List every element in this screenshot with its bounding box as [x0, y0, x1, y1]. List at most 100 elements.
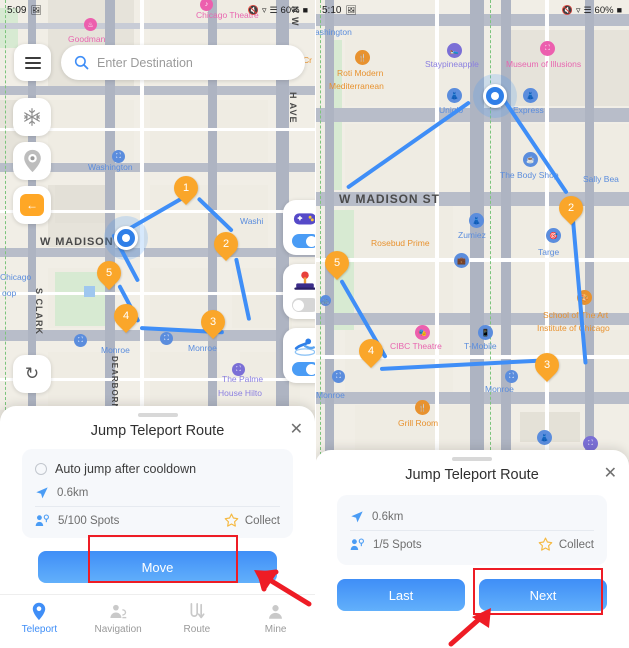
- route-marker-3[interactable]: 3: [196, 305, 230, 342]
- route-marker-4[interactable]: 4: [109, 299, 143, 336]
- map-label: Monroe: [101, 345, 130, 355]
- route-marker-label: 2: [222, 238, 230, 250]
- sheet-header: Jump Teleport Route ✕: [0, 422, 315, 449]
- auto-jump-radio[interactable]: [35, 463, 47, 475]
- battery-icon: ■: [302, 4, 308, 15]
- map-label: Sally Bea: [583, 174, 619, 184]
- search-input[interactable]: Enter Destination: [61, 45, 305, 80]
- poi-zumiez-icon: 👗: [469, 213, 484, 228]
- swimmer-toggle[interactable]: [283, 328, 315, 383]
- sheet-title: Jump Teleport Route: [90, 423, 225, 439]
- route-marker-1[interactable]: 1: [169, 171, 203, 208]
- right-status-bar: 5:10 🖼 🔇 ▿ ☰ 60% ■: [315, 0, 629, 20]
- map-label: T-Mobile: [464, 341, 497, 351]
- left-status-bar: 5:09 🖼 🔇 ▿ ☰ 60% ■: [0, 0, 315, 20]
- map-label: DEARBORN: [110, 356, 119, 411]
- route-marker-label: 1: [182, 182, 190, 194]
- battery-icon: ■: [616, 4, 622, 15]
- navigation-arrow-icon: [36, 487, 48, 499]
- route-marker-label: 5: [333, 257, 341, 269]
- poi-tmobile-icon: 📱: [478, 325, 493, 340]
- divider: [350, 530, 594, 531]
- map-label: oop: [2, 288, 17, 298]
- screenshot-root: ♨ ♪ ⛶ ⛶ ⛶ ⛶ 1 2 3 4 5 Goodman Chicago Th…: [0, 0, 629, 648]
- divider: [35, 506, 280, 507]
- left-bottom-sheet: Jump Teleport Route ✕ Auto jump after co…: [0, 406, 315, 648]
- tab-label: Navigation: [94, 624, 142, 635]
- route-marker-label: 4: [122, 310, 130, 322]
- signal-icon: ☰: [583, 4, 592, 15]
- map-label: ashington: [315, 27, 352, 37]
- collect-label: Collect: [244, 514, 280, 527]
- joystick-switch[interactable]: [291, 298, 315, 312]
- joystick-icon: [293, 271, 315, 293]
- tab-navigation[interactable]: Navigation: [79, 602, 158, 635]
- navigation-arrow-icon: [351, 511, 363, 523]
- spots-row: 5/100 Spots Collect: [35, 509, 280, 532]
- auto-jump-label: Auto jump after cooldown: [55, 462, 197, 476]
- map-label: House Hilto: [218, 388, 262, 398]
- map-label: Goodman: [68, 34, 106, 44]
- spots-row: 1/5 Spots Collect: [350, 533, 594, 556]
- left-right-rail-controls: [283, 200, 315, 392]
- collect-label: Collect: [558, 538, 594, 551]
- map-label: The Palme: [222, 374, 264, 384]
- map-label: Chicago: [0, 272, 32, 282]
- tab-teleport[interactable]: Teleport: [0, 602, 79, 635]
- route-marker-4[interactable]: 4: [354, 334, 388, 371]
- snowflake-icon[interactable]: [13, 98, 51, 136]
- poi-bodyshop-icon: ☕: [523, 152, 538, 167]
- close-icon[interactable]: ✕: [604, 466, 617, 482]
- route-marker-2[interactable]: 2: [554, 191, 588, 228]
- spots-icon: [350, 537, 364, 550]
- joystick-toggle[interactable]: [283, 264, 315, 319]
- route-marker-3[interactable]: 3: [530, 348, 564, 385]
- gamepad-switch[interactable]: [291, 234, 315, 248]
- swimmer-switch[interactable]: [291, 362, 315, 376]
- gamepad-toggle[interactable]: [283, 200, 315, 255]
- route-marker-2[interactable]: 2: [209, 227, 243, 264]
- left-phone-panel: ♨ ♪ ⛶ ⛶ ⛶ ⛶ 1 2 3 4 5 Goodman Chicago Th…: [0, 0, 315, 648]
- route-marker-5[interactable]: 5: [92, 256, 126, 293]
- map-label: Monroe: [485, 384, 514, 394]
- collect-button[interactable]: Collect: [538, 537, 594, 552]
- collect-button[interactable]: Collect: [224, 513, 280, 528]
- location-pin-icon[interactable]: [13, 142, 51, 180]
- refresh-icon[interactable]: ↻: [13, 355, 51, 393]
- route-marker-label: 4: [367, 345, 375, 357]
- map-label: Express: [513, 105, 544, 115]
- hamburger-menu-icon[interactable]: [14, 44, 51, 81]
- poi-cibc-icon: 🎭: [415, 325, 430, 340]
- poi-monroe-station-icon: ⛶: [332, 370, 345, 383]
- photo-icon: 🖼: [345, 4, 357, 15]
- panel-divider: [315, 0, 316, 648]
- map-label: Washi: [240, 216, 264, 226]
- auto-jump-row[interactable]: Auto jump after cooldown: [35, 458, 280, 482]
- map-label: Mediterranean: [329, 81, 384, 91]
- navigation-icon: [109, 602, 128, 621]
- photo-icon: 🖼: [30, 4, 42, 15]
- poi-station-icon: ⛶: [74, 334, 87, 347]
- poi-roti-icon: 🍴: [355, 50, 370, 65]
- poi-extra-icon: 👗: [537, 430, 552, 445]
- route-info-card: 0.6km 1/5 Spots Collect: [337, 495, 607, 565]
- route-marker-label: 2: [567, 202, 575, 214]
- import-folder-icon[interactable]: ←: [13, 186, 51, 224]
- status-time: 5:09: [7, 4, 27, 16]
- poi-monroe-station2-icon: ⛶: [505, 370, 518, 383]
- sheet-grabber[interactable]: [452, 457, 492, 461]
- close-icon[interactable]: ✕: [290, 422, 303, 438]
- teleport-pin-icon: [31, 602, 47, 621]
- sheet-grabber[interactable]: [137, 413, 178, 417]
- right-phone-panel: 🍴 🛌 ⛶ 👗 👗 ☕ 👗 💼 🎯 🎨 🎭 📱 🍴 ⛶ ⛶ 👗 ⛶ 🚲 2 3 …: [315, 0, 629, 648]
- search-icon: [74, 55, 89, 70]
- route-marker-5[interactable]: 5: [320, 246, 354, 283]
- signal-icon: ☰: [269, 4, 278, 15]
- sheet-header: Jump Teleport Route ✕: [315, 466, 629, 495]
- map-label: S CLARK: [34, 288, 44, 335]
- distance-value: 0.6km: [372, 511, 404, 523]
- map-label: Roti Modern: [337, 68, 384, 78]
- poi-grillroom-icon: 🍴: [415, 400, 430, 415]
- search-placeholder: Enter Destination: [97, 55, 193, 70]
- star-icon: [224, 513, 239, 527]
